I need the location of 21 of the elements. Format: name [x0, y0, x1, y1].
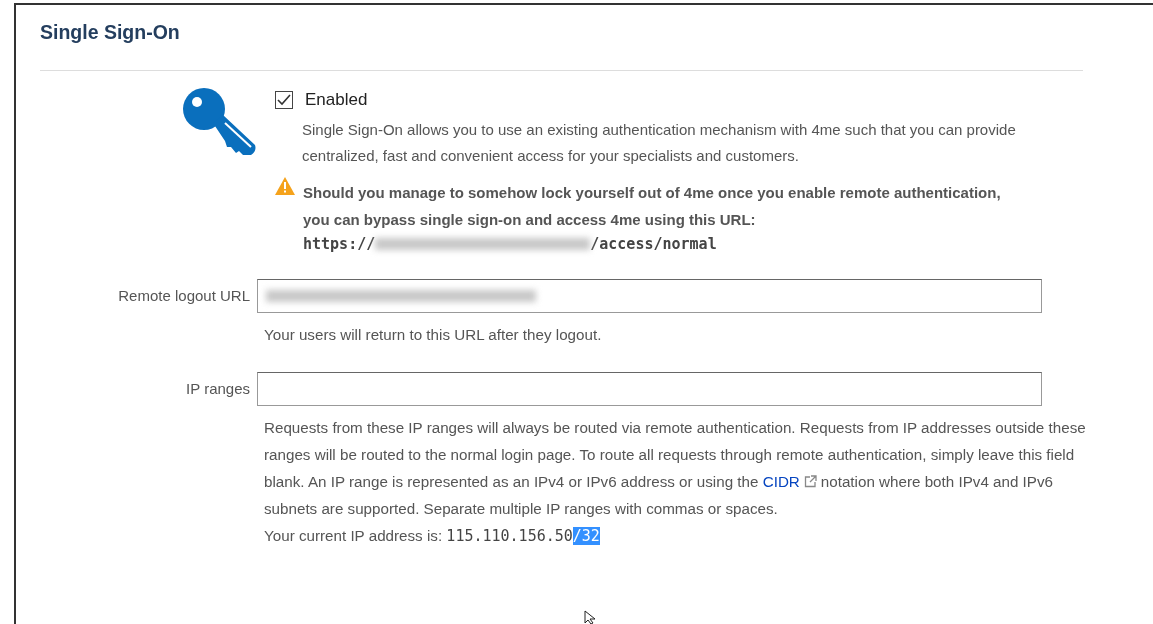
- cidr-link[interactable]: CIDR: [762, 473, 800, 491]
- text-field[interactable]: [257, 372, 1042, 407]
- ip-label: Your current IP address is:: [264, 527, 444, 545]
- warning-icon: [275, 176, 295, 195]
- help-text: Your users will return to this URL after they logout.: [264, 325, 603, 346]
- field-label: Remote logout URL: [117, 286, 251, 307]
- external-link-icon: [803, 475, 817, 489]
- ip-address-text: /32: [572, 527, 600, 546]
- field-label: IP ranges: [185, 379, 251, 400]
- url-text: /access/normal: [590, 233, 717, 255]
- checkbox[interactable]: [275, 91, 293, 110]
- help-text: Requests from these IP ranges will always be routed via remote authentication. Requests from IP addresses outside these ranges will be routed to the normal login page. To route all requests through remote authentication, simply leave this field blank. An IP range is represented as an IPv4 or IPv6 address or using the CIDR notation where both IPv4 and IPv6 subnets are supported. Separate multiple IP ranges with commas or spaces.: [264, 418, 1087, 520]
- page-title: Single Sign-On: [40, 21, 181, 45]
- text-field[interactable]: [257, 279, 1042, 314]
- checkbox-label: Enabled: [305, 89, 368, 112]
- description-text: Single Sign-On allows you to use an existing authentication mechanism with 4me such that you can provide centralized, fast and convenient access for your specialists and customers.: [302, 119, 1017, 166]
- ip-address-text: 115.110.156.50: [446, 527, 573, 546]
- mouse-cursor-icon: [584, 610, 598, 624]
- warning-text: Should you manage to somehow lock yourself out of 4me once you enable remote authentication, you can bypass single sign-on and access 4me using this URL:: [303, 182, 1002, 230]
- url-text: https://: [303, 233, 376, 255]
- key-icon: [181, 87, 257, 158]
